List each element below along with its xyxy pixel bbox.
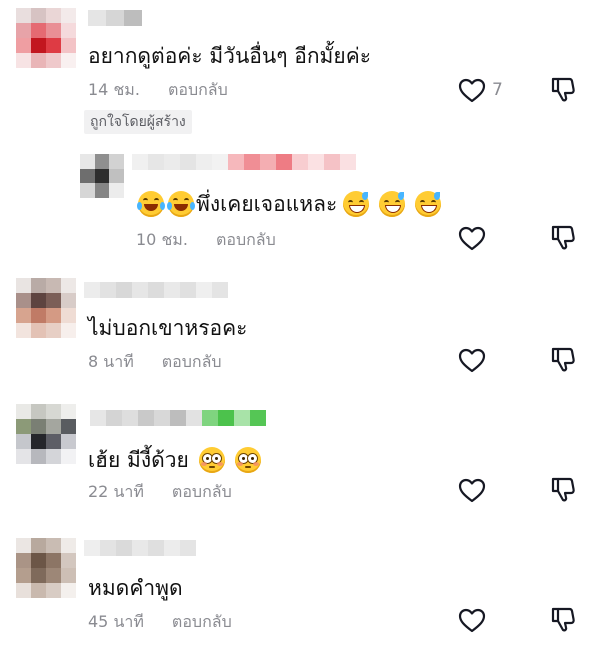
comment-time: 14 ชม.	[88, 80, 140, 99]
username-pixelated[interactable]	[90, 410, 266, 426]
thumbs-down-outline-icon[interactable]	[550, 346, 576, 374]
reply-button[interactable]: ตอบกลับ	[168, 80, 228, 99]
thumbs-down-outline-icon[interactable]	[550, 76, 576, 104]
comment-item: หมดคำพูด 45 นาที ตอบกลับ	[0, 530, 600, 646]
like-count: 7	[492, 80, 503, 100]
grinning-sweat-emoji-icon	[379, 191, 406, 217]
tears-of-joy-emoji-icon	[137, 191, 165, 217]
comment-text: ไม่บอกเขาหรอคะ	[88, 316, 248, 340]
comment-text: เฮ้ย มีงี้ด้วย	[88, 448, 189, 472]
avatar[interactable]	[16, 278, 76, 338]
flushed-face-emoji-icon	[198, 447, 225, 473]
comment-item: เฮ้ย มีงี้ด้วย 22 นาที ตอบกลับ	[0, 398, 600, 526]
grinning-sweat-emoji-icon	[343, 191, 370, 217]
comment-text: พึ่งเคยเจอแหละ	[196, 192, 338, 216]
username-pixelated[interactable]	[84, 282, 228, 298]
reply-button[interactable]: ตอบกลับ	[172, 482, 232, 501]
comment-time: 45 นาที	[88, 612, 144, 631]
comment-meta: 22 นาที ตอบกลับ	[88, 482, 232, 502]
comment-meta: 14 ชม. ตอบกลับ	[88, 80, 228, 100]
thumbs-down-outline-icon[interactable]	[550, 224, 576, 252]
grinning-sweat-emoji-icon	[415, 191, 442, 217]
comment-item: อยากดูต่อค่ะ มีวันอื่นๆ อีกมั้ยค่ะ 14 ชม…	[0, 0, 600, 140]
comment-meta: 8 นาที ตอบกลับ	[88, 352, 222, 372]
heart-outline-icon[interactable]	[458, 478, 486, 504]
comment-time: 22 นาที	[88, 482, 144, 501]
heart-outline-icon[interactable]	[458, 608, 486, 634]
thumbs-down-outline-icon[interactable]	[550, 476, 576, 504]
heart-outline-icon[interactable]	[458, 348, 486, 374]
avatar[interactable]	[16, 404, 76, 464]
username-pixelated[interactable]	[88, 10, 142, 26]
comment-meta: 45 นาที ตอบกลับ	[88, 612, 232, 632]
reply-button[interactable]: ตอบกลับ	[216, 230, 276, 249]
comment-time: 10 ชม.	[136, 230, 188, 249]
comment-time: 8 นาที	[88, 352, 134, 371]
comment-text: อยากดูต่อค่ะ มีวันอื่นๆ อีกมั้ยค่ะ	[88, 44, 372, 68]
comment-reply-item: พึ่งเคยเจอแหละ 10 ชม. ตอบกลับ	[0, 140, 600, 260]
comment-text-row: เฮ้ย มีงี้ด้วย	[88, 446, 263, 474]
reply-button[interactable]: ตอบกลับ	[172, 612, 232, 631]
reply-button[interactable]: ตอบกลับ	[162, 352, 222, 371]
heart-outline-icon[interactable]	[458, 226, 486, 252]
comment-meta: 10 ชม. ตอบกลับ	[136, 230, 276, 250]
thumbs-down-outline-icon[interactable]	[550, 606, 576, 634]
avatar[interactable]	[16, 8, 76, 68]
comment-text-row: พึ่งเคยเจอแหละ	[136, 190, 443, 218]
heart-outline-icon[interactable]	[458, 78, 486, 104]
tears-of-joy-emoji-icon	[167, 191, 195, 217]
liked-by-creator-badge: ถูกใจโดยผู้สร้าง	[84, 110, 192, 134]
avatar[interactable]	[80, 154, 124, 198]
username-pixelated[interactable]	[84, 540, 196, 556]
comment-item: ไม่บอกเขาหรอคะ 8 นาที ตอบกลับ	[0, 270, 600, 395]
avatar[interactable]	[16, 538, 76, 598]
flushed-face-emoji-icon	[234, 447, 261, 473]
username-pixelated[interactable]	[132, 154, 356, 170]
comment-text: หมดคำพูด	[88, 576, 183, 600]
